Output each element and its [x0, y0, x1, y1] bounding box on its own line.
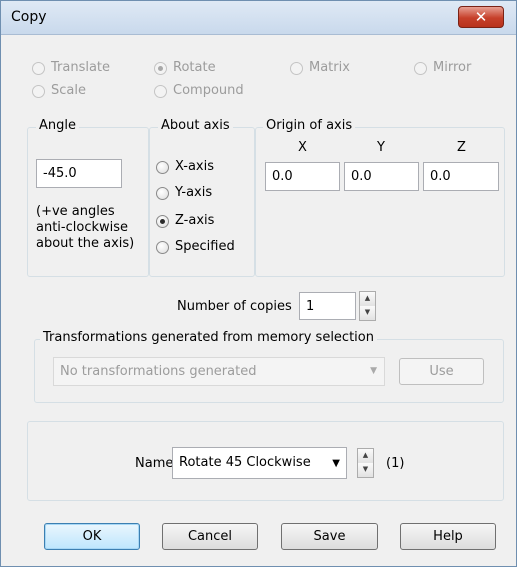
radio-selected-dot — [160, 219, 165, 224]
cancel-button[interactable]: Cancel — [162, 523, 258, 550]
radio-compound-label: Compound — [173, 83, 244, 98]
radio-rotate[interactable] — [154, 62, 167, 75]
copy-dialog: Copy ✕ Translate Rotate Matrix Mirror Sc… — [0, 0, 517, 567]
radio-z-axis-label: Z-axis — [175, 213, 215, 228]
chevron-down-icon: ▼ — [332, 458, 340, 469]
about-axis-title: About axis — [158, 118, 233, 133]
name-spinner[interactable]: ▲ ▼ — [357, 448, 374, 478]
angle-input[interactable]: -45.0 — [36, 159, 122, 188]
origin-group-title: Origin of axis — [263, 118, 356, 133]
about-axis-group — [149, 127, 255, 277]
use-button[interactable]: Use — [399, 358, 484, 385]
radio-x-axis[interactable] — [156, 161, 169, 174]
radio-compound[interactable] — [154, 85, 167, 98]
spin-up-icon[interactable]: ▲ — [358, 449, 373, 463]
radio-scale[interactable] — [32, 85, 45, 98]
angle-note-line2: anti-clockwise — [36, 220, 129, 235]
radio-y-axis[interactable] — [156, 187, 169, 200]
radio-selected-dot — [158, 66, 163, 71]
ok-button[interactable]: OK — [44, 523, 140, 550]
radio-scale-label: Scale — [51, 83, 86, 98]
copies-label: Number of copies — [177, 299, 292, 314]
radio-mirror-label: Mirror — [433, 60, 472, 75]
title-bar[interactable]: Copy ✕ — [1, 1, 516, 35]
origin-z-input[interactable]: 0.0 — [423, 162, 499, 191]
memory-group-title: Transformations generated from memory se… — [40, 330, 377, 345]
name-count: (1) — [386, 456, 405, 471]
spin-down-icon[interactable]: ▼ — [358, 463, 373, 477]
chevron-down-icon: ▼ — [370, 366, 377, 376]
spin-up-icon[interactable]: ▲ — [360, 292, 375, 306]
angle-note-line1: (+ve angles — [36, 204, 115, 219]
radio-x-axis-label: X-axis — [175, 159, 214, 174]
origin-x-label: X — [298, 140, 307, 155]
radio-mirror[interactable] — [414, 62, 427, 75]
radio-translate[interactable] — [32, 62, 45, 75]
origin-y-label: Y — [377, 140, 385, 155]
origin-y-input[interactable]: 0.0 — [344, 162, 419, 191]
angle-note-line3: about the axis) — [36, 236, 135, 251]
dialog-title: Copy — [11, 9, 47, 25]
radio-z-axis[interactable] — [156, 215, 169, 228]
name-label: Name — [135, 456, 174, 471]
memory-dropdown[interactable]: No transformations generated ▼ — [53, 357, 385, 386]
radio-matrix-label: Matrix — [309, 60, 350, 75]
angle-group-title: Angle — [36, 118, 79, 133]
copies-spinner[interactable]: ▲ ▼ — [359, 291, 376, 321]
radio-specified[interactable] — [156, 241, 169, 254]
origin-z-label: Z — [457, 140, 466, 155]
save-button[interactable]: Save — [281, 523, 378, 550]
radio-specified-label: Specified — [175, 239, 235, 254]
radio-y-axis-label: Y-axis — [175, 185, 213, 200]
close-button[interactable]: ✕ — [458, 6, 504, 28]
angle-group — [27, 127, 149, 277]
radio-rotate-label: Rotate — [173, 60, 216, 75]
name-dropdown-value: Rotate 45 Clockwise — [179, 455, 311, 470]
close-icon: ✕ — [474, 8, 488, 26]
radio-matrix[interactable] — [290, 62, 303, 75]
radio-translate-label: Translate — [51, 60, 111, 75]
origin-x-input[interactable]: 0.0 — [265, 162, 340, 191]
copies-input[interactable]: 1 — [299, 292, 356, 320]
help-button[interactable]: Help — [400, 523, 496, 550]
spin-down-icon[interactable]: ▼ — [360, 306, 375, 320]
name-dropdown[interactable]: Rotate 45 Clockwise ▼ — [172, 447, 347, 479]
memory-dropdown-value: No transformations generated — [60, 364, 257, 379]
